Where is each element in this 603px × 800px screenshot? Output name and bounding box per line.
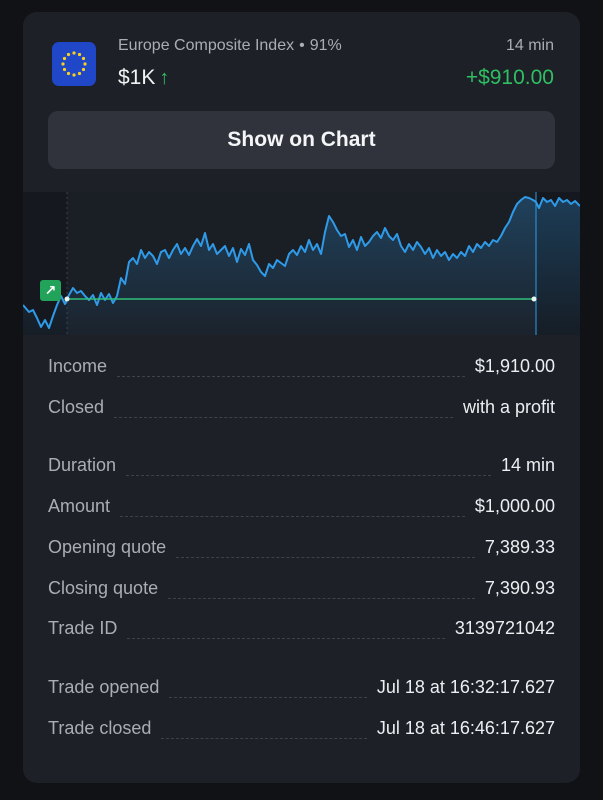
detail-value: Jul 18 at 16:32:17.627: [376, 677, 555, 697]
payout-percent: 91%: [309, 37, 342, 54]
dotted-leader: [117, 376, 465, 377]
detail-value[interactable]: 3139721042: [455, 618, 555, 639]
detail-label: Amount: [48, 496, 111, 516]
detail-value: $1,910.00: [474, 356, 555, 376]
detail-label: Duration: [48, 455, 117, 475]
dotted-leader: [168, 598, 475, 599]
trade-mini-chart[interactable]: ↗: [23, 192, 580, 335]
dotted-leader: [176, 557, 475, 558]
dotted-leader: [169, 697, 367, 698]
arrow-up-icon: ↑: [159, 67, 170, 89]
eu-flag-icon: [52, 42, 96, 86]
show-on-chart-button[interactable]: Show on Chart: [48, 111, 555, 169]
detail-label: Trade closed: [48, 718, 152, 738]
detail-value: 7,389.33: [484, 537, 555, 557]
trade-profit: +$910.00: [465, 66, 554, 89]
detail-label: Closed: [48, 397, 105, 417]
arrow-up-right-icon: ↗: [40, 280, 61, 301]
dotted-leader: [114, 417, 453, 418]
trade-details-card: Europe Composite Index • 91% $1K ↑ 14 min +…: [23, 12, 580, 783]
detail-row-trade-closed: Trade closed Jul 18 at 16:46:17.627: [48, 718, 555, 748]
price-area: [23, 197, 580, 335]
trade-amount: $1K ↑: [118, 66, 169, 90]
detail-row-opening-quote: Opening quote 7,389.33: [48, 537, 555, 567]
asset-line: Europe Composite Index • 91%: [118, 37, 342, 55]
separator-dot: •: [299, 37, 305, 54]
detail-row-closed: Closed with a profit: [48, 397, 555, 427]
dotted-leader: [126, 475, 491, 476]
detail-row-amount: Amount $1,000.00: [48, 496, 555, 526]
trade-header: Europe Composite Index • 91% $1K ↑ 14 min +…: [23, 12, 580, 112]
dotted-leader: [127, 638, 445, 639]
detail-value: 7,390.93: [484, 578, 555, 598]
detail-value: with a profit: [462, 397, 555, 417]
detail-row-closing-quote: Closing quote 7,390.93: [48, 578, 555, 608]
detail-value: 14 min: [500, 455, 555, 475]
detail-label: Closing quote: [48, 578, 159, 598]
detail-label: Trade ID: [48, 618, 118, 638]
detail-value: $1,000.00: [474, 496, 555, 516]
price-chart-svg: [23, 192, 580, 335]
detail-label: Opening quote: [48, 537, 167, 557]
dotted-leader: [161, 738, 367, 739]
detail-row-trade-id: Trade ID 3139721042: [48, 618, 555, 648]
open-point: [64, 296, 70, 302]
trade-duration: 14 min: [505, 37, 554, 54]
detail-label: Trade opened: [48, 677, 160, 697]
amount-value: $1K: [118, 66, 156, 89]
dotted-leader: [120, 516, 465, 517]
detail-value: Jul 18 at 16:46:17.627: [376, 718, 555, 738]
close-point: [531, 296, 537, 302]
detail-row-duration: Duration 14 min: [48, 455, 555, 485]
detail-label: Income: [48, 356, 108, 376]
detail-row-trade-opened: Trade opened Jul 18 at 16:32:17.627: [48, 677, 555, 707]
detail-row-income: Income $1,910.00: [48, 356, 555, 386]
asset-name: Europe Composite Index: [118, 37, 295, 54]
